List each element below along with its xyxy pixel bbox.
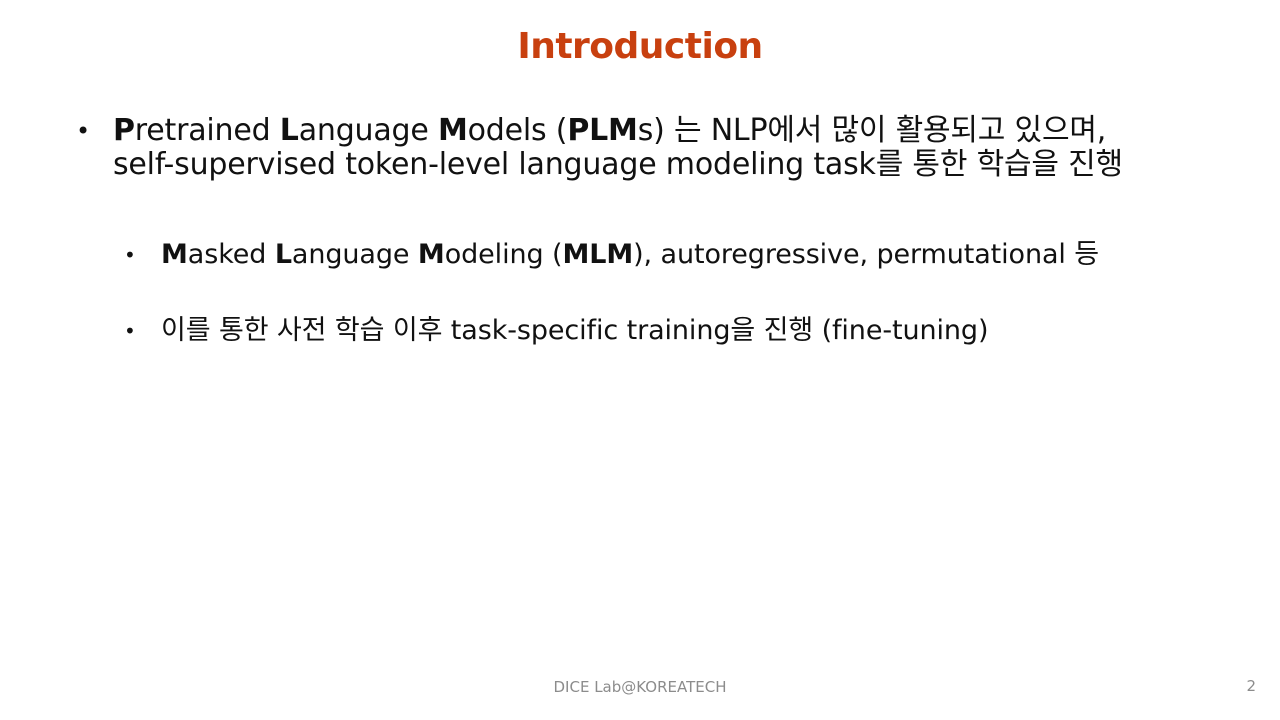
slide: Introduction • Pretrained Language Model… xyxy=(0,0,1280,720)
text-run: anguage xyxy=(298,113,438,148)
bold-text: P xyxy=(113,113,135,148)
text-run: retrained xyxy=(134,113,280,148)
bullet-mlm: • Masked Language Modeling (MLM), autore… xyxy=(124,238,1204,272)
bullet-dot: • xyxy=(76,117,91,145)
page-number: 2 xyxy=(1246,677,1256,695)
bullet-fine-tuning: • 이를 통한 사전 학습 이후 task-specific training을… xyxy=(124,314,1204,348)
text-run: asked xyxy=(187,239,275,270)
bold-text: MLM xyxy=(562,239,634,270)
text-run: ), autoregressive, permutational 등 xyxy=(633,239,1100,270)
text-run: odels ( xyxy=(467,113,568,148)
text-run: self-supervised token-level language mod… xyxy=(113,147,1123,182)
bold-text: PLM xyxy=(567,113,638,148)
text-run: anguage xyxy=(291,239,418,270)
bullet-plm: • Pretrained Language Models (PLMs) 는 NL… xyxy=(76,114,1206,182)
bold-text: L xyxy=(274,239,292,270)
slide-title: Introduction xyxy=(517,26,763,67)
bullet-dot: • xyxy=(124,243,136,267)
text-run: 이를 통한 사전 학습 이후 task-specific training을 진… xyxy=(161,315,989,346)
bold-text: L xyxy=(279,113,299,148)
footer-text: DICE Lab@KOREATECH xyxy=(553,678,727,696)
text-run: s) 는 NLP에서 많이 활용되고 있으며, xyxy=(637,113,1107,148)
bullet-text: 이를 통한 사전 학습 이후 task-specific training을 진… xyxy=(161,314,988,348)
bold-text: M xyxy=(438,113,468,148)
text-run: odeling ( xyxy=(444,239,563,270)
bullet-text: Masked Language Modeling (MLM), autoregr… xyxy=(161,238,1099,272)
bold-text: M xyxy=(161,239,188,270)
bullet-text: Pretrained Language Models (PLMs) 는 NLP에… xyxy=(113,114,1123,182)
bullet-dot: • xyxy=(124,319,136,343)
bold-text: M xyxy=(417,239,445,270)
